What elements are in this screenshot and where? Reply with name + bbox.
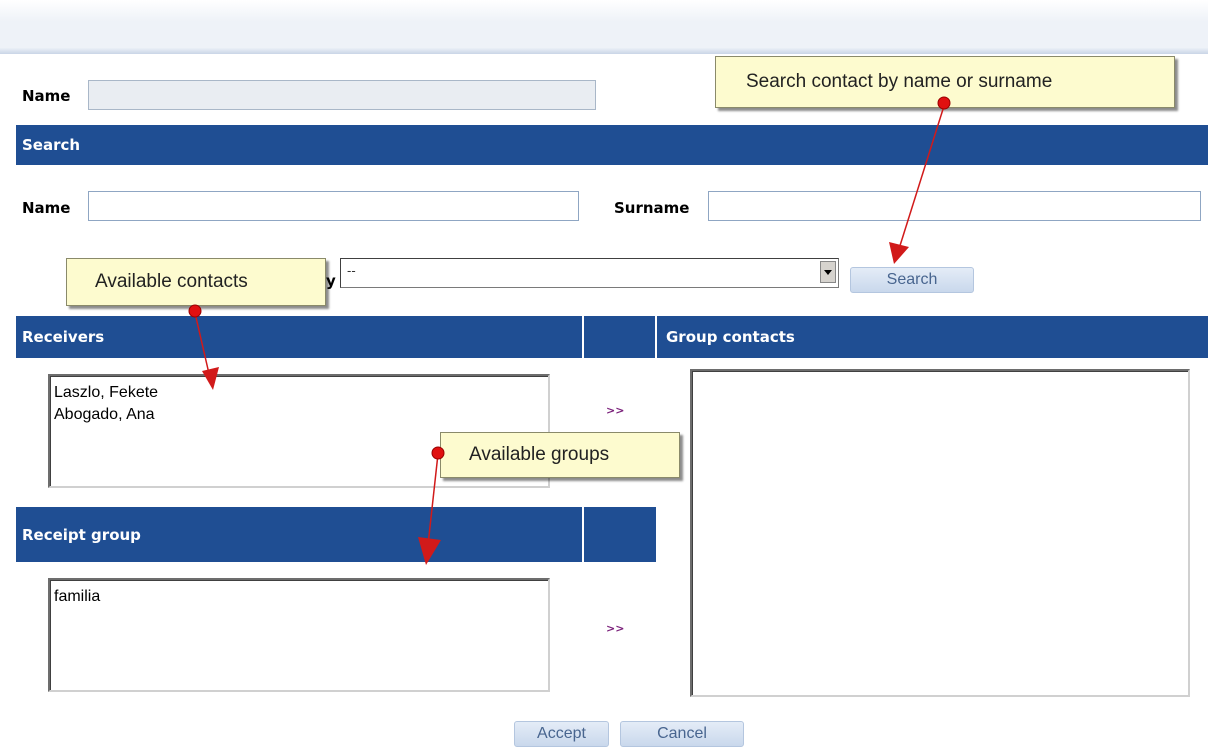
search-header-label: Search: [22, 136, 81, 154]
list-item[interactable]: Abogado, Ana: [54, 404, 544, 426]
header-divider: [582, 507, 584, 562]
header-divider: [655, 316, 657, 358]
callout-search-contact-text: Search contact by name or surname: [746, 71, 1053, 92]
header-divider: [582, 316, 584, 358]
receipt-group-list[interactable]: familia: [48, 578, 550, 692]
callout-available-groups: Available groups: [440, 432, 680, 478]
receivers-header-label: Receivers: [22, 328, 105, 346]
search-name-input[interactable]: [88, 191, 579, 221]
name-field[interactable]: [88, 80, 596, 110]
surname-label: Surname: [614, 199, 690, 217]
top-banner: [0, 0, 1208, 54]
receivers-header: Receivers Group contacts: [16, 316, 1208, 358]
add-receivers-button[interactable]: >>: [606, 404, 624, 417]
add-group-button[interactable]: >>: [606, 622, 624, 635]
search-header: Search: [16, 125, 1208, 165]
filter-select[interactable]: --: [340, 258, 839, 288]
callout-search-contact: Search contact by name or surname: [715, 56, 1175, 108]
callout-available-groups-text: Available groups: [469, 444, 610, 465]
name-label: Name: [22, 87, 71, 105]
arrow-search: [889, 96, 951, 264]
callout-available-contacts: Available contacts: [66, 258, 326, 306]
filter-select-value: --: [347, 263, 356, 278]
receipt-group-header: Receipt group: [16, 507, 656, 562]
list-item[interactable]: Laszlo, Fekete: [54, 382, 544, 404]
filter-label: y: [326, 272, 336, 290]
accept-button[interactable]: Accept: [514, 721, 609, 747]
receipt-group-header-label: Receipt group: [22, 525, 141, 544]
group-contacts-header-label: Group contacts: [666, 328, 795, 346]
search-name-label: Name: [22, 199, 71, 217]
group-contacts-list[interactable]: [690, 369, 1190, 697]
surname-input[interactable]: [708, 191, 1201, 221]
chevron-down-icon[interactable]: [820, 261, 836, 283]
search-button[interactable]: Search: [850, 267, 974, 293]
cancel-button[interactable]: Cancel: [620, 721, 744, 747]
list-item[interactable]: familia: [54, 586, 544, 608]
callout-available-contacts-text: Available contacts: [95, 271, 248, 292]
